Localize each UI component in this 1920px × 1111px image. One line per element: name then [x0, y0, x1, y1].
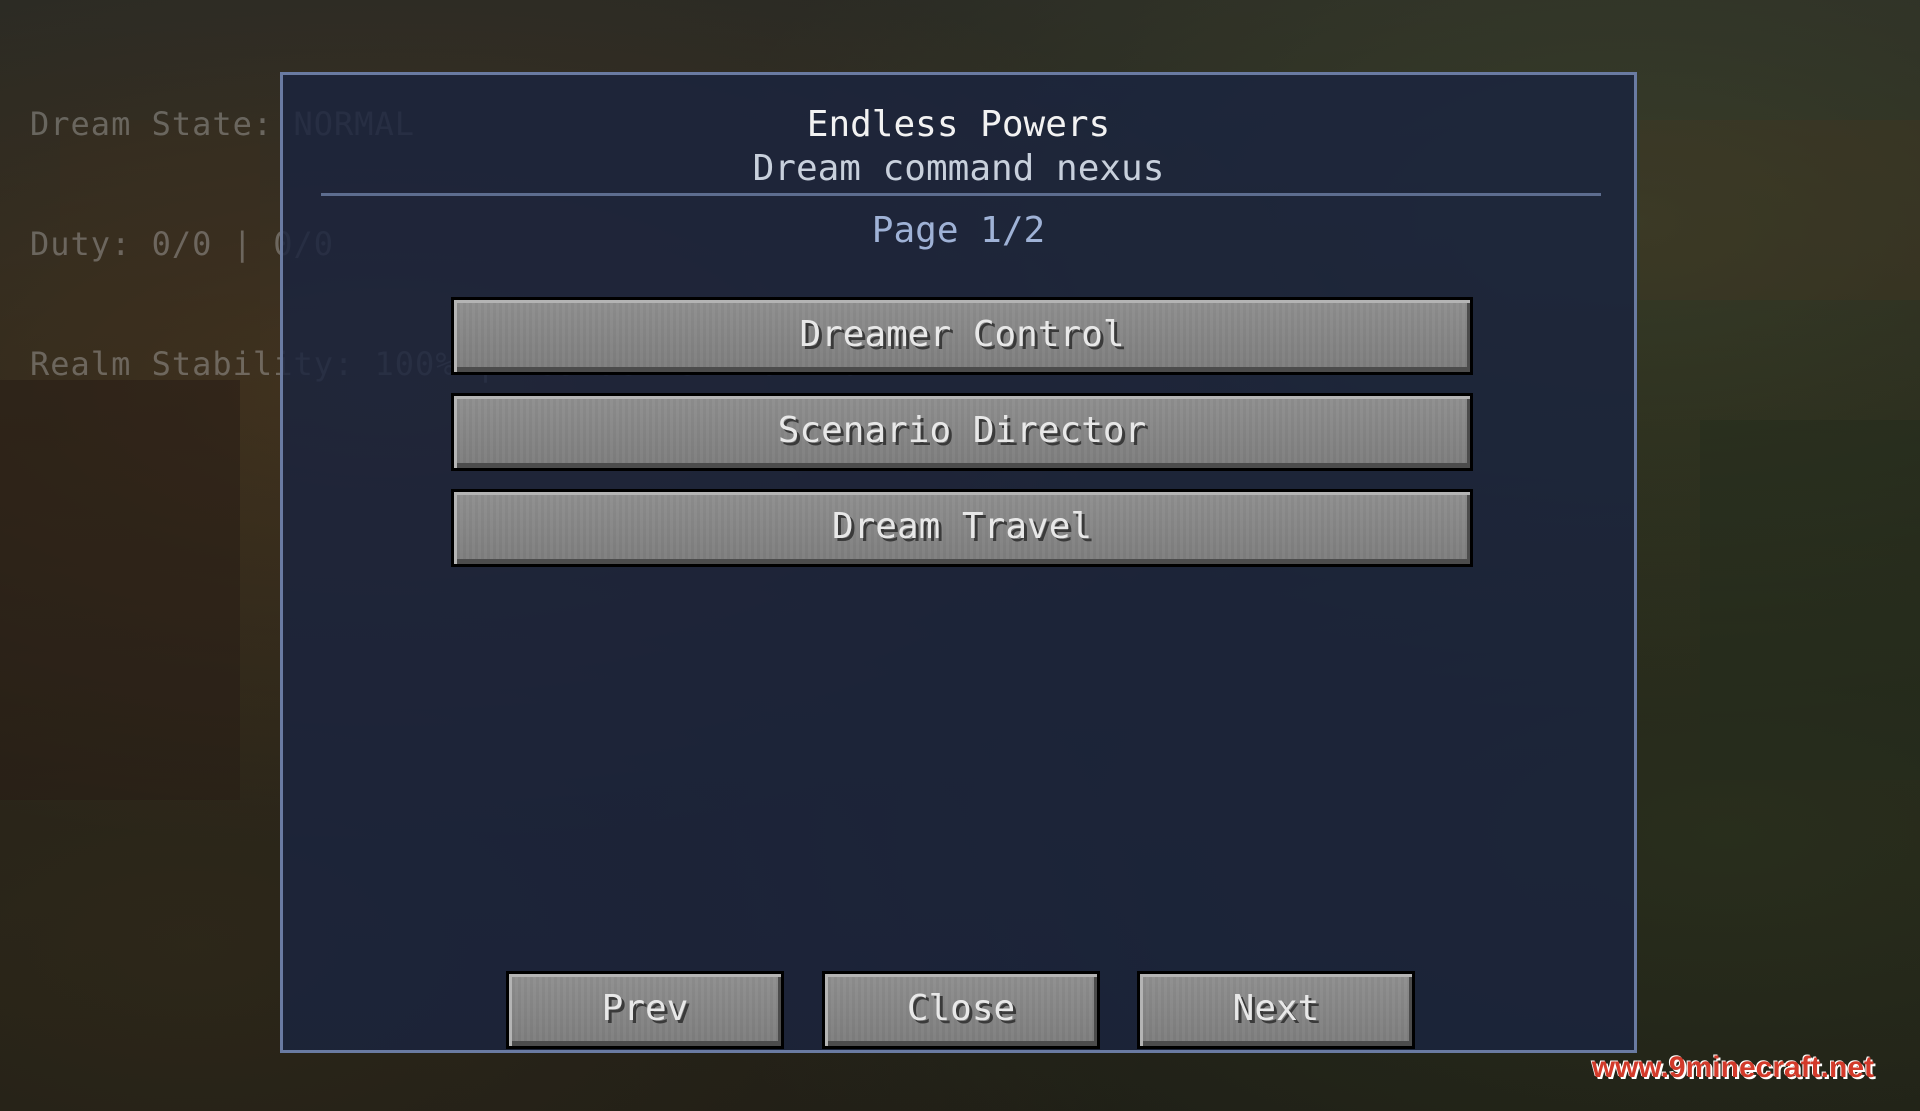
dreamer-control-button[interactable]: Dreamer Control — [451, 297, 1473, 375]
scenario-director-button[interactable]: Scenario Director — [451, 393, 1473, 471]
header-divider — [321, 193, 1601, 196]
prev-page-button[interactable]: Prev — [506, 971, 784, 1049]
prev-label: Prev — [601, 988, 689, 1029]
next-page-button[interactable]: Next — [1137, 971, 1415, 1049]
dream-travel-label: Dream Travel — [831, 506, 1093, 547]
world-block — [1700, 420, 1920, 780]
panel-subtitle: Dream command nexus — [752, 148, 1165, 189]
dreamer-control-label: Dreamer Control — [799, 314, 1125, 355]
endless-powers-panel: Endless Powers Dream command nexus Page … — [280, 72, 1637, 1053]
page-indicator: Page 1/2 — [871, 210, 1046, 251]
scenario-director-label: Scenario Director — [777, 410, 1147, 451]
panel-title: Endless Powers — [806, 104, 1111, 145]
world-block — [1640, 120, 1920, 300]
close-label: Close — [906, 988, 1016, 1029]
game-world-background: Dream State: NORMAL Duty: 0/0 | 0/0 Real… — [0, 0, 1920, 1111]
close-button[interactable]: Close — [822, 971, 1100, 1049]
next-label: Next — [1232, 988, 1320, 1029]
dream-travel-button[interactable]: Dream Travel — [451, 489, 1473, 567]
site-watermark: www.9minecraft.net — [1591, 1051, 1874, 1084]
